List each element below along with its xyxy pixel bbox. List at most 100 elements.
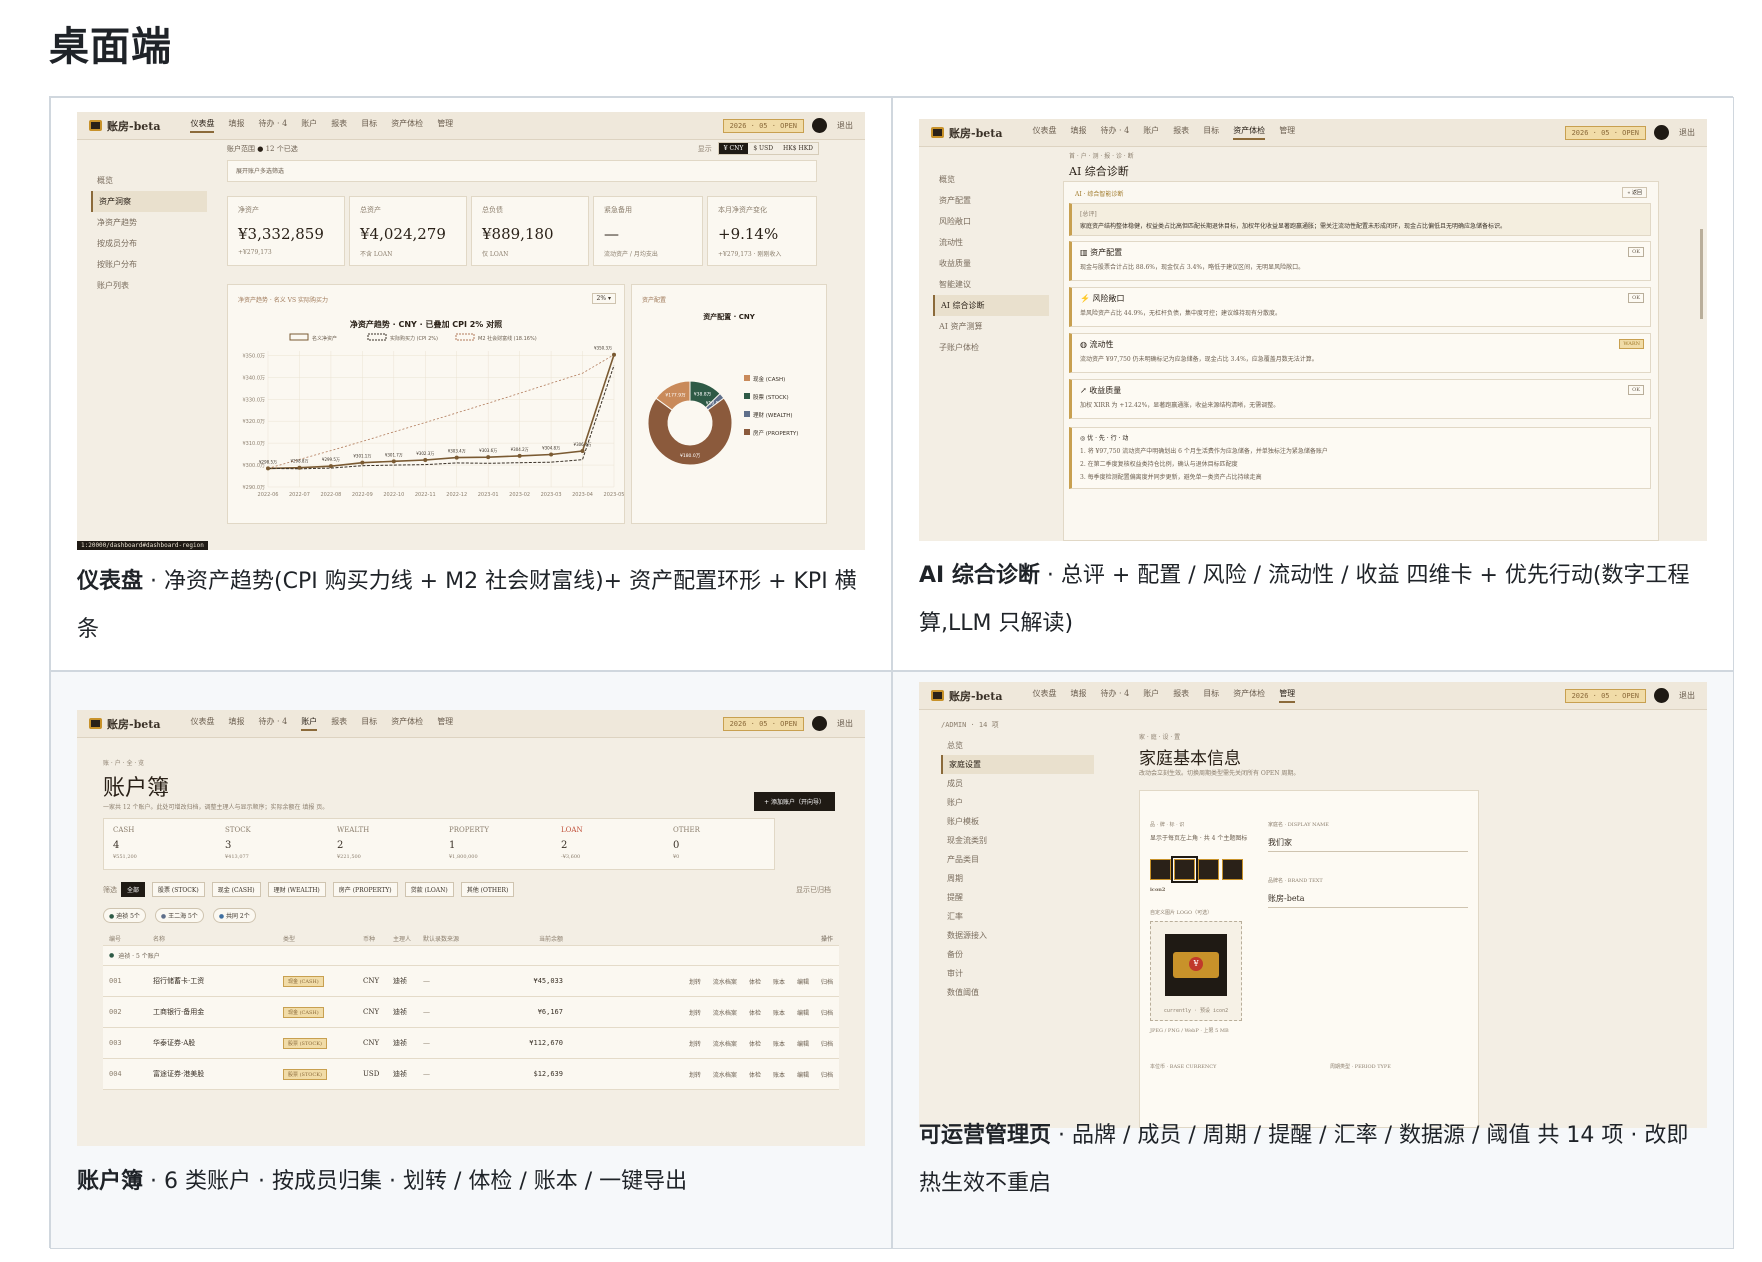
nav-item-goals[interactable]: 目标 xyxy=(1203,125,1219,140)
back-button[interactable]: « 返回 xyxy=(1622,187,1647,198)
show-archived-toggle[interactable]: 显示已归档 xyxy=(796,885,831,895)
sidebar-item[interactable]: 账户列表 xyxy=(91,275,207,296)
nav-item-todo[interactable]: 待办 · 4 xyxy=(258,716,287,731)
row-action-button[interactable]: 编辑 xyxy=(797,1008,809,1017)
sidebar-item[interactable]: 按成员分布 xyxy=(91,233,207,254)
table-row[interactable]: 003 华泰证券·A股 股票 (STOCK) CNY 迪祯 — ¥112,670 划转 流水档案… xyxy=(103,1028,839,1059)
sidebar-item[interactable]: 概览 xyxy=(933,169,1049,190)
sidebar-item[interactable]: 子账户体检 xyxy=(933,337,1049,358)
user-avatar[interactable] xyxy=(812,118,827,133)
filter-chip[interactable]: 房产 (PROPERTY) xyxy=(332,882,398,897)
sidebar-item[interactable]: 资产洞察 xyxy=(91,191,207,212)
user-avatar[interactable] xyxy=(812,716,827,731)
currency-option[interactable]: $ USD xyxy=(748,143,778,154)
logo-upload-dropzone[interactable]: ¥ currently · 预设 icon2 xyxy=(1150,921,1242,1021)
nav-item-admin[interactable]: 管理 xyxy=(437,118,453,133)
app-brand[interactable]: 账房-beta xyxy=(931,125,1002,141)
row-action-button[interactable]: 归档 xyxy=(821,977,833,986)
account-filter[interactable]: 账户范围 ● 12 个已选 xyxy=(227,144,298,154)
sidebar-item[interactable]: 风险敞口 xyxy=(933,211,1049,232)
currency-option[interactable]: HK$ HKD xyxy=(778,143,818,154)
theme-icon-option[interactable] xyxy=(1198,859,1219,880)
nav-item-accounts[interactable]: 账户 xyxy=(1143,688,1159,703)
admin-sidebar-item[interactable]: 现金流类别 xyxy=(941,831,1094,850)
admin-sidebar-item[interactable]: 审计 xyxy=(941,964,1094,983)
nav-item-admin[interactable]: 管理 xyxy=(1279,125,1295,140)
logout-link[interactable]: 退出 xyxy=(1679,127,1695,138)
sidebar-item[interactable]: 收益质量 xyxy=(933,253,1049,274)
period-badge[interactable]: 2026 · 05 · OPEN xyxy=(722,716,804,731)
filter-hint-bar[interactable]: 展开账户多选筛选 xyxy=(227,160,817,182)
row-action-button[interactable]: 流水档案 xyxy=(713,1008,737,1017)
row-action-button[interactable]: 流水档案 xyxy=(713,1070,737,1079)
member-chip[interactable]: ● 王二海 5个 xyxy=(154,908,204,923)
row-action-button[interactable]: 归档 xyxy=(821,1039,833,1048)
user-avatar[interactable] xyxy=(1654,688,1669,703)
currency-option[interactable]: ¥ CNY xyxy=(718,143,749,154)
nav-item-accounts[interactable]: 账户 xyxy=(301,118,317,133)
filter-chip[interactable]: 股票 (STOCK) xyxy=(152,882,205,897)
nav-item-goals[interactable]: 目标 xyxy=(1203,688,1219,703)
logout-link[interactable]: 退出 xyxy=(837,120,853,131)
sidebar-item[interactable]: AI 综合诊断 xyxy=(933,295,1049,316)
nav-item-checkup[interactable]: 资产体检 xyxy=(1233,688,1265,703)
row-action-button[interactable]: 账本 xyxy=(773,1070,785,1079)
admin-sidebar-item[interactable]: 备份 xyxy=(941,945,1094,964)
sidebar-item[interactable]: 流动性 xyxy=(933,232,1049,253)
row-action-button[interactable]: 账本 xyxy=(773,977,785,986)
row-action-button[interactable]: 划转 xyxy=(689,977,701,986)
period-badge[interactable]: 2026 · 05 · OPEN xyxy=(1564,125,1646,140)
nav-item-accounts[interactable]: 账户 xyxy=(1143,125,1159,140)
row-action-button[interactable]: 编辑 xyxy=(797,1039,809,1048)
nav-item-dashboard[interactable]: 仪表盘 xyxy=(190,716,214,731)
row-action-button[interactable]: 账本 xyxy=(773,1008,785,1017)
nav-item-reports[interactable]: 报表 xyxy=(1173,688,1189,703)
sidebar-item[interactable]: AI 资产测算 xyxy=(933,316,1049,337)
nav-item-admin[interactable]: 管理 xyxy=(1279,688,1296,703)
table-row[interactable]: 001 招行储蓄卡·工资 现金 (CASH) CNY 迪祯 — ¥45,033 划转 流水档案 体… xyxy=(103,966,839,997)
row-action-button[interactable]: 体检 xyxy=(749,1070,761,1079)
nav-item-checkup[interactable]: 资产体检 xyxy=(391,118,423,133)
add-account-button[interactable]: + 添加账户（开向导） xyxy=(754,792,835,811)
row-action-button[interactable]: 划转 xyxy=(689,1070,701,1079)
nav-item-admin[interactable]: 管理 xyxy=(437,716,453,731)
theme-icon-option[interactable] xyxy=(1171,856,1198,883)
nav-item-todo[interactable]: 待办 · 4 xyxy=(258,118,287,133)
row-action-button[interactable]: 流水档案 xyxy=(713,1039,737,1048)
admin-sidebar-item[interactable]: 账户 xyxy=(941,793,1094,812)
nav-item-todo[interactable]: 待办 · 4 xyxy=(1100,125,1129,140)
nav-item-checkup[interactable]: 资产体检 xyxy=(1233,125,1266,140)
row-action-button[interactable]: 划转 xyxy=(689,1008,701,1017)
nav-item-reports[interactable]: 报表 xyxy=(331,118,347,133)
nav-item-input[interactable]: 填报 xyxy=(1070,125,1086,140)
scrollbar[interactable] xyxy=(1700,229,1703,319)
admin-sidebar-item[interactable]: 提醒 xyxy=(941,888,1094,907)
filter-chip[interactable]: 贷款 (LOAN) xyxy=(404,882,454,897)
admin-sidebar-item[interactable]: 汇率 xyxy=(941,907,1094,926)
display-name-input[interactable]: 我们家 xyxy=(1268,837,1468,852)
filter-chip[interactable]: 其他 (OTHER) xyxy=(460,882,515,897)
admin-sidebar-item[interactable]: 周期 xyxy=(941,869,1094,888)
theme-icon-option[interactable] xyxy=(1222,859,1243,880)
theme-icon-option[interactable] xyxy=(1150,859,1171,880)
table-row[interactable]: 002 工商银行·备用金 现金 (CASH) CNY 迪祯 — ¥6,167 划转 流水档案 体检… xyxy=(103,997,839,1028)
nav-item-input[interactable]: 填报 xyxy=(1070,688,1086,703)
admin-sidebar-item[interactable]: 数据源接入 xyxy=(941,926,1094,945)
row-action-button[interactable]: 账本 xyxy=(773,1039,785,1048)
table-row[interactable]: 004 富途证券·港美股 股票 (STOCK) USD 迪祯 — $12,639 划转 流水档案… xyxy=(103,1059,839,1090)
row-action-button[interactable]: 划转 xyxy=(689,1039,701,1048)
nav-item-input[interactable]: 填报 xyxy=(228,716,244,731)
nav-item-dashboard[interactable]: 仪表盘 xyxy=(1032,125,1056,140)
logout-link[interactable]: 退出 xyxy=(1679,690,1695,701)
cpi-select[interactable]: 2% ▾ xyxy=(591,293,616,304)
app-brand[interactable]: 账房-beta xyxy=(931,688,1002,704)
nav-item-checkup[interactable]: 资产体检 xyxy=(391,716,423,731)
admin-sidebar-item[interactable]: 产品类目 xyxy=(941,850,1094,869)
filter-chip[interactable]: 理财 (WEALTH) xyxy=(267,882,326,897)
row-action-button[interactable]: 归档 xyxy=(821,1008,833,1017)
nav-item-goals[interactable]: 目标 xyxy=(361,716,377,731)
row-action-button[interactable]: 流水档案 xyxy=(713,977,737,986)
nav-item-reports[interactable]: 报表 xyxy=(331,716,347,731)
nav-item-input[interactable]: 填报 xyxy=(228,118,244,133)
brand-text-input[interactable]: 账房-beta xyxy=(1268,893,1468,908)
